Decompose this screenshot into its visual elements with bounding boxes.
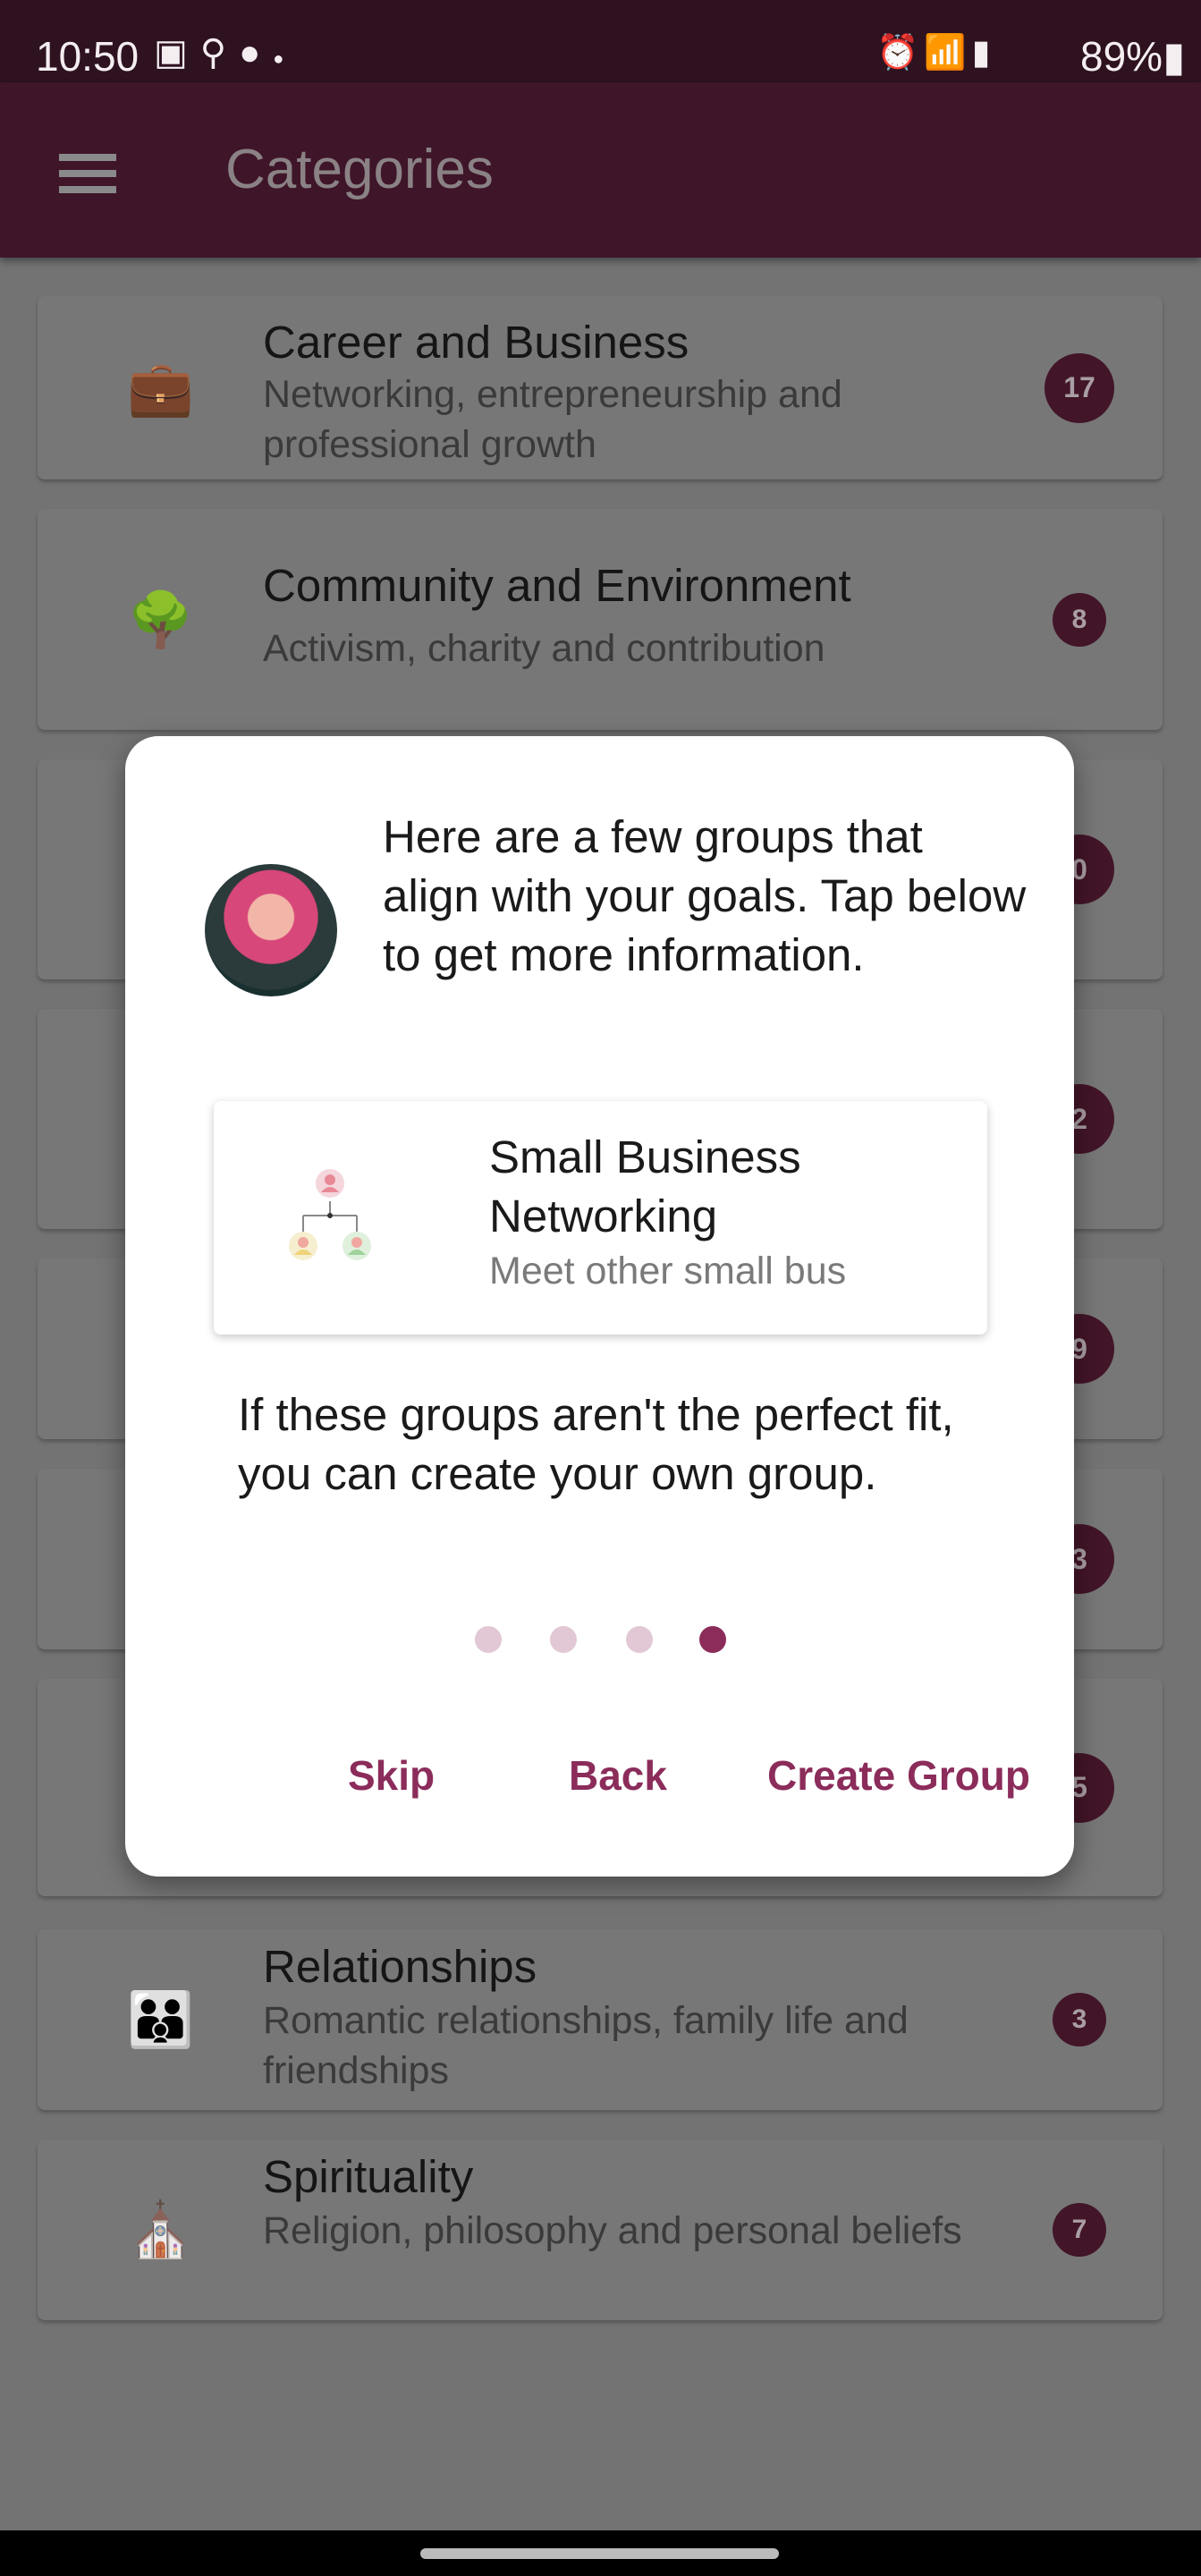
clock: 10:50 xyxy=(36,33,140,80)
count-badge: 8 xyxy=(1053,592,1106,647)
category-title: Spirituality xyxy=(263,2151,474,2202)
intro-text: Here are a few groups that align with yo… xyxy=(383,811,1027,980)
home-gesture-handle[interactable] xyxy=(420,2548,779,2559)
battery-text: 89% xyxy=(1080,33,1163,80)
briefcase-icon: 💼 xyxy=(127,358,194,418)
reddit-icon: ● xyxy=(239,33,274,72)
category-subtitle: Religion, philosophy and personal belief… xyxy=(263,2209,962,2252)
notification-icons: ▣⚲●● xyxy=(154,32,296,73)
tree-person-icon: 🌳 xyxy=(127,589,194,649)
assistant-avatar xyxy=(205,864,337,996)
battery-level: 89%▮ xyxy=(1080,32,1185,80)
count-badge: 17 xyxy=(1045,352,1114,423)
pager-dot xyxy=(550,1626,577,1653)
church-icon: ⛪ xyxy=(127,2199,194,2260)
pager-dot xyxy=(475,1626,502,1653)
pager-dot xyxy=(626,1626,653,1653)
category-relationships[interactable]: 👪 Relationships Romantic relationships, … xyxy=(38,1929,1163,2110)
skip-button[interactable]: Skip xyxy=(348,1751,435,1800)
category-title: Relationships xyxy=(263,1941,537,1992)
gallery-icon: ▣ xyxy=(154,33,200,72)
group-subtitle: Meet other small bus xyxy=(489,1250,847,1292)
app-bar: Categories xyxy=(0,82,1201,258)
signal-icon: ▮ xyxy=(971,34,996,72)
org-chart-icon xyxy=(289,1169,371,1260)
battery-charging-icon: ▮ xyxy=(1163,33,1186,80)
hamburger-icon[interactable] xyxy=(59,154,116,193)
page-title: Categories xyxy=(225,139,494,200)
category-career[interactable]: 💼 Career and Business Networking, entrep… xyxy=(38,296,1163,479)
count-badge: 7 xyxy=(1053,2203,1106,2257)
category-spirituality[interactable]: ⛪ Spirituality Religion, philosophy and … xyxy=(38,2140,1163,2320)
category-subtitle: Romantic relationships, family life and … xyxy=(263,1999,909,2092)
outro-text: If these groups aren't the perfect fit, … xyxy=(238,1389,954,1499)
navigation-bar xyxy=(0,2530,1201,2576)
status-bar: 10:50 ▣⚲●● ⏰📶▮ 89%▮ xyxy=(0,0,1201,82)
category-community[interactable]: 🌳 Community and Environment Activism, ch… xyxy=(38,509,1163,730)
system-icons: ⏰📶▮ xyxy=(876,32,996,72)
category-subtitle: Activism, charity and contribution xyxy=(263,627,825,670)
category-title: Community and Environment xyxy=(263,560,851,611)
group-suggestion-dialog: Here are a few groups that align with yo… xyxy=(125,736,1074,1877)
count-badge: 3 xyxy=(1053,1993,1106,2046)
location-icon: ⚲ xyxy=(199,33,240,72)
pager-dot-active xyxy=(699,1626,726,1653)
wifi-icon: 📶 xyxy=(924,34,972,72)
alarm-icon: ⏰ xyxy=(876,34,925,72)
group-title: Small Business Networking xyxy=(489,1131,801,1241)
category-subtitle: Networking, entrepreneurship and profess… xyxy=(263,373,842,466)
back-button[interactable]: Back xyxy=(569,1751,667,1800)
dot-icon: ● xyxy=(273,49,297,69)
category-title: Career and Business xyxy=(263,317,689,368)
create-group-button[interactable]: Create Group xyxy=(767,1751,1030,1800)
family-icon: 👪 xyxy=(127,1989,194,2050)
group-card[interactable]: Small Business Networking Meet other sma… xyxy=(214,1101,987,1335)
